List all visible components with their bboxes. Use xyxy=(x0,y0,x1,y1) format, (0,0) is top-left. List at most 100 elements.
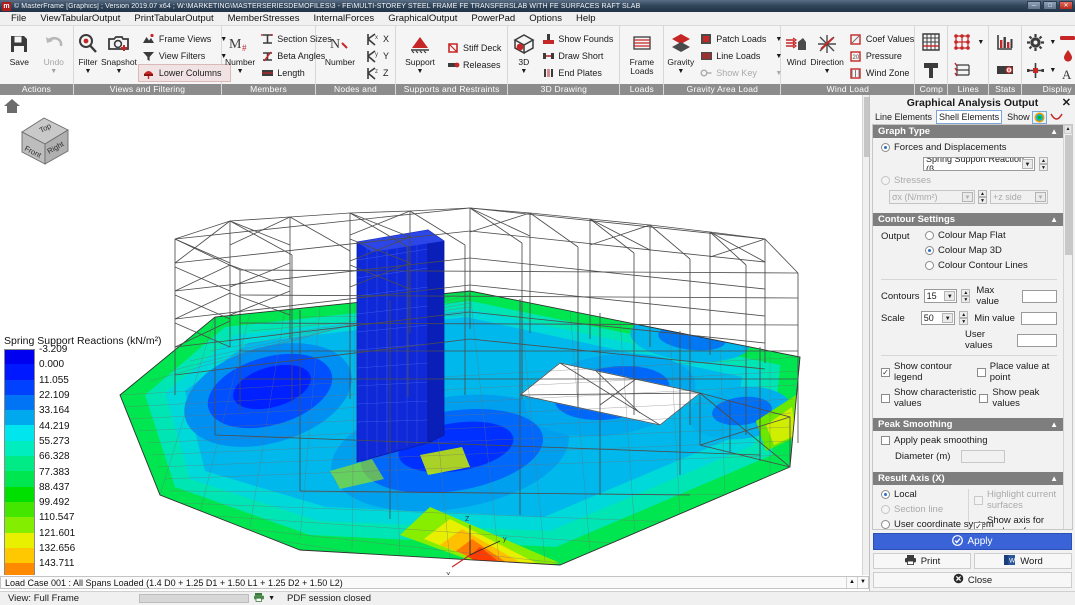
contours-spinner-up-icon[interactable]: ▲ xyxy=(961,289,971,296)
load-case-bar[interactable]: Load Case 001 : All Spans Loaded (1.4 D0… xyxy=(0,576,869,589)
member-number-caret-icon[interactable]: ▼ xyxy=(237,68,244,75)
colour-contour-lines-radio[interactable] xyxy=(925,261,934,270)
node-display-button[interactable]: ▼ xyxy=(1025,58,1057,83)
frame-views-button[interactable]: Frame Views ▼ xyxy=(139,31,230,47)
support-caret-icon[interactable]: ▼ xyxy=(417,68,424,75)
panel-scroll-up-icon[interactable]: ▲ xyxy=(1064,125,1072,134)
node-lines-button[interactable]: ▼ xyxy=(951,30,985,55)
apply-peak-smoothing-checkbox[interactable] xyxy=(881,436,890,445)
line-loads-button[interactable]: Line Loads ▼ xyxy=(696,48,785,64)
undo-button[interactable]: Undo ▼ xyxy=(38,28,71,84)
highlight-current-surfaces-checkbox[interactable] xyxy=(974,495,983,505)
gravity-caret-icon[interactable]: ▼ xyxy=(677,68,684,75)
text-font-button[interactable]: A ▼ xyxy=(1058,66,1075,83)
model-viewport[interactable]: Z y X Top Front Right xyxy=(0,95,868,575)
contours-select[interactable]: 15 ▼ xyxy=(923,289,958,303)
wind-direction-button[interactable]: Direction ▼ xyxy=(810,28,844,84)
colour-contour-lines-row[interactable]: Colour Contour Lines xyxy=(925,260,1057,271)
close-window-button[interactable]: ✕ xyxy=(1059,1,1073,10)
tab-line-elements[interactable]: Line Elements xyxy=(873,111,934,123)
forces-spinner-down-icon[interactable]: ▼ xyxy=(1039,164,1048,171)
stresses-value-spinner[interactable]: ▲ ▼ xyxy=(978,190,987,204)
deflection-curve-icon[interactable] xyxy=(1049,111,1064,124)
contours-spinner-down-icon[interactable]: ▼ xyxy=(961,296,971,303)
result-axis-collapse-icon[interactable]: ▲ xyxy=(1050,474,1058,483)
frame-loads-button[interactable]: Frame Loads xyxy=(623,28,660,84)
user-coordinate-system-row[interactable]: User coordinate system xyxy=(881,519,994,529)
stresses-spinner-up-icon[interactable]: ▲ xyxy=(978,190,987,197)
line-style-button[interactable]: ▼ xyxy=(1058,30,1075,47)
menu-item-view-tabular-output[interactable]: ViewTabularOutput xyxy=(33,13,127,24)
menu-item-print-tabular-output[interactable]: PrintTabularOutput xyxy=(127,13,220,24)
stress-side-chevron-down-icon[interactable]: ▼ xyxy=(1035,192,1046,202)
show-axis-each-surface-checkbox[interactable]: ✓ xyxy=(974,521,983,529)
menu-item-help[interactable]: Help xyxy=(569,13,603,24)
local-axis-radio[interactable] xyxy=(881,490,890,499)
colour-map-3d-row[interactable]: Colour Map 3D xyxy=(925,245,1057,256)
user-coordinate-system-radio[interactable] xyxy=(881,520,890,529)
axis-x-button[interactable]: x X xyxy=(363,31,392,47)
wind-zone-button[interactable]: Wind Zone xyxy=(846,65,917,81)
minimize-button[interactable]: ─ xyxy=(1027,1,1041,10)
stiff-deck-button[interactable]: Stiff Deck xyxy=(443,40,504,56)
contour-disc-icon[interactable] xyxy=(1031,110,1047,124)
3d-button[interactable]: 3D ▼ xyxy=(511,28,536,84)
forces-displacements-row[interactable]: Forces and Displacements xyxy=(881,142,1057,153)
contour-settings-collapse-icon[interactable]: ▲ xyxy=(1050,215,1058,224)
menu-item-graphical-output[interactable]: GraphicalOutput xyxy=(381,13,464,24)
print-button[interactable]: Print xyxy=(873,553,971,569)
patch-loads-button[interactable]: Patch Loads ▼ xyxy=(696,31,785,47)
scale-select[interactable]: 50 ▼ xyxy=(920,311,956,325)
section-header-peak-smoothing[interactable]: Peak Smoothing ▲ xyxy=(873,418,1063,431)
axis-z-button[interactable]: z Z xyxy=(363,65,392,81)
filter-button[interactable]: Filter ▼ xyxy=(77,28,99,84)
forces-displacements-radio[interactable] xyxy=(881,143,890,152)
show-peak-values-checkbox[interactable] xyxy=(979,393,989,403)
coef-values-button[interactable]: Coef Values xyxy=(846,31,917,47)
scale-spinner-up-icon[interactable]: ▲ xyxy=(959,311,969,318)
section-header-result-axis[interactable]: Result Axis (X) ▲ xyxy=(873,472,1063,485)
stresses-spinner-down-icon[interactable]: ▼ xyxy=(978,197,987,204)
viewport-vertical-scrollbar[interactable] xyxy=(862,95,869,575)
close-button[interactable]: Close xyxy=(873,572,1072,588)
stresses-row[interactable]: Stresses xyxy=(881,175,1057,186)
panel-scroll-area[interactable]: Graph Type ▲ Forces and Displacements Sp… xyxy=(872,124,1073,530)
grid-mesh-button[interactable] xyxy=(918,30,944,55)
diameter-input[interactable] xyxy=(961,450,1005,463)
menu-item-internal-forces[interactable]: InternalForces xyxy=(306,13,381,24)
forces-spinner-up-icon[interactable]: ▲ xyxy=(1039,157,1048,164)
section-header-graph-type[interactable]: Graph Type ▲ xyxy=(873,125,1063,138)
contours-spinner[interactable]: ▲ ▼ xyxy=(961,289,971,303)
axis-y-button[interactable]: y Y xyxy=(363,48,392,64)
highlight-current-surfaces-row[interactable]: Highlight current surfaces xyxy=(974,489,1057,511)
colour-map-flat-row[interactable]: Colour Map Flat xyxy=(925,230,1057,241)
snapshot-button[interactable]: Snapshot ▼ xyxy=(101,28,137,84)
section-line-row[interactable]: Section line xyxy=(881,504,964,515)
support-button[interactable]: Support ▼ xyxy=(399,28,441,84)
wind-direction-caret-icon[interactable]: ▼ xyxy=(824,68,831,75)
stresses-value-chevron-down-icon[interactable]: ▼ xyxy=(962,192,973,202)
maximize-button[interactable]: □ xyxy=(1043,1,1057,10)
place-value-at-point-checkbox[interactable] xyxy=(976,367,986,377)
load-case-up-icon[interactable]: ▲ xyxy=(846,577,857,588)
tee-section-button[interactable] xyxy=(918,58,944,83)
forces-value-chevron-down-icon[interactable]: ▼ xyxy=(1022,159,1033,169)
stress-side-select[interactable]: +z side ▼ xyxy=(990,190,1048,204)
menu-item-options[interactable]: Options xyxy=(522,13,569,24)
node-number-button[interactable]: N Number xyxy=(319,28,361,84)
stresses-value-select[interactable]: σx (N/mm²) ▼ xyxy=(889,190,975,204)
line-loads-dropdown-icon[interactable]: ▼ xyxy=(769,53,782,60)
display-settings-button[interactable]: ▼ xyxy=(1025,30,1057,55)
show-characteristic-values-checkbox[interactable] xyxy=(881,393,890,403)
stresses-radio[interactable] xyxy=(881,176,890,185)
node-lines-dropdown-icon[interactable]: ▼ xyxy=(975,39,984,46)
colour-button[interactable]: ▼ xyxy=(1058,48,1075,65)
graph-type-collapse-icon[interactable]: ▲ xyxy=(1050,127,1058,136)
forces-value-select[interactable]: Spring Support Reaction (β ▼ xyxy=(923,157,1035,171)
menu-item-powerpad[interactable]: PowerPad xyxy=(464,13,522,24)
scale-chevron-down-icon[interactable]: ▼ xyxy=(942,313,954,323)
draw-short-button[interactable]: Draw Short xyxy=(538,48,616,64)
gravity-button[interactable]: Gravity ▼ xyxy=(667,28,694,84)
show-key-dropdown-icon[interactable]: ▼ xyxy=(769,70,782,77)
colour-map-flat-radio[interactable] xyxy=(925,231,934,240)
